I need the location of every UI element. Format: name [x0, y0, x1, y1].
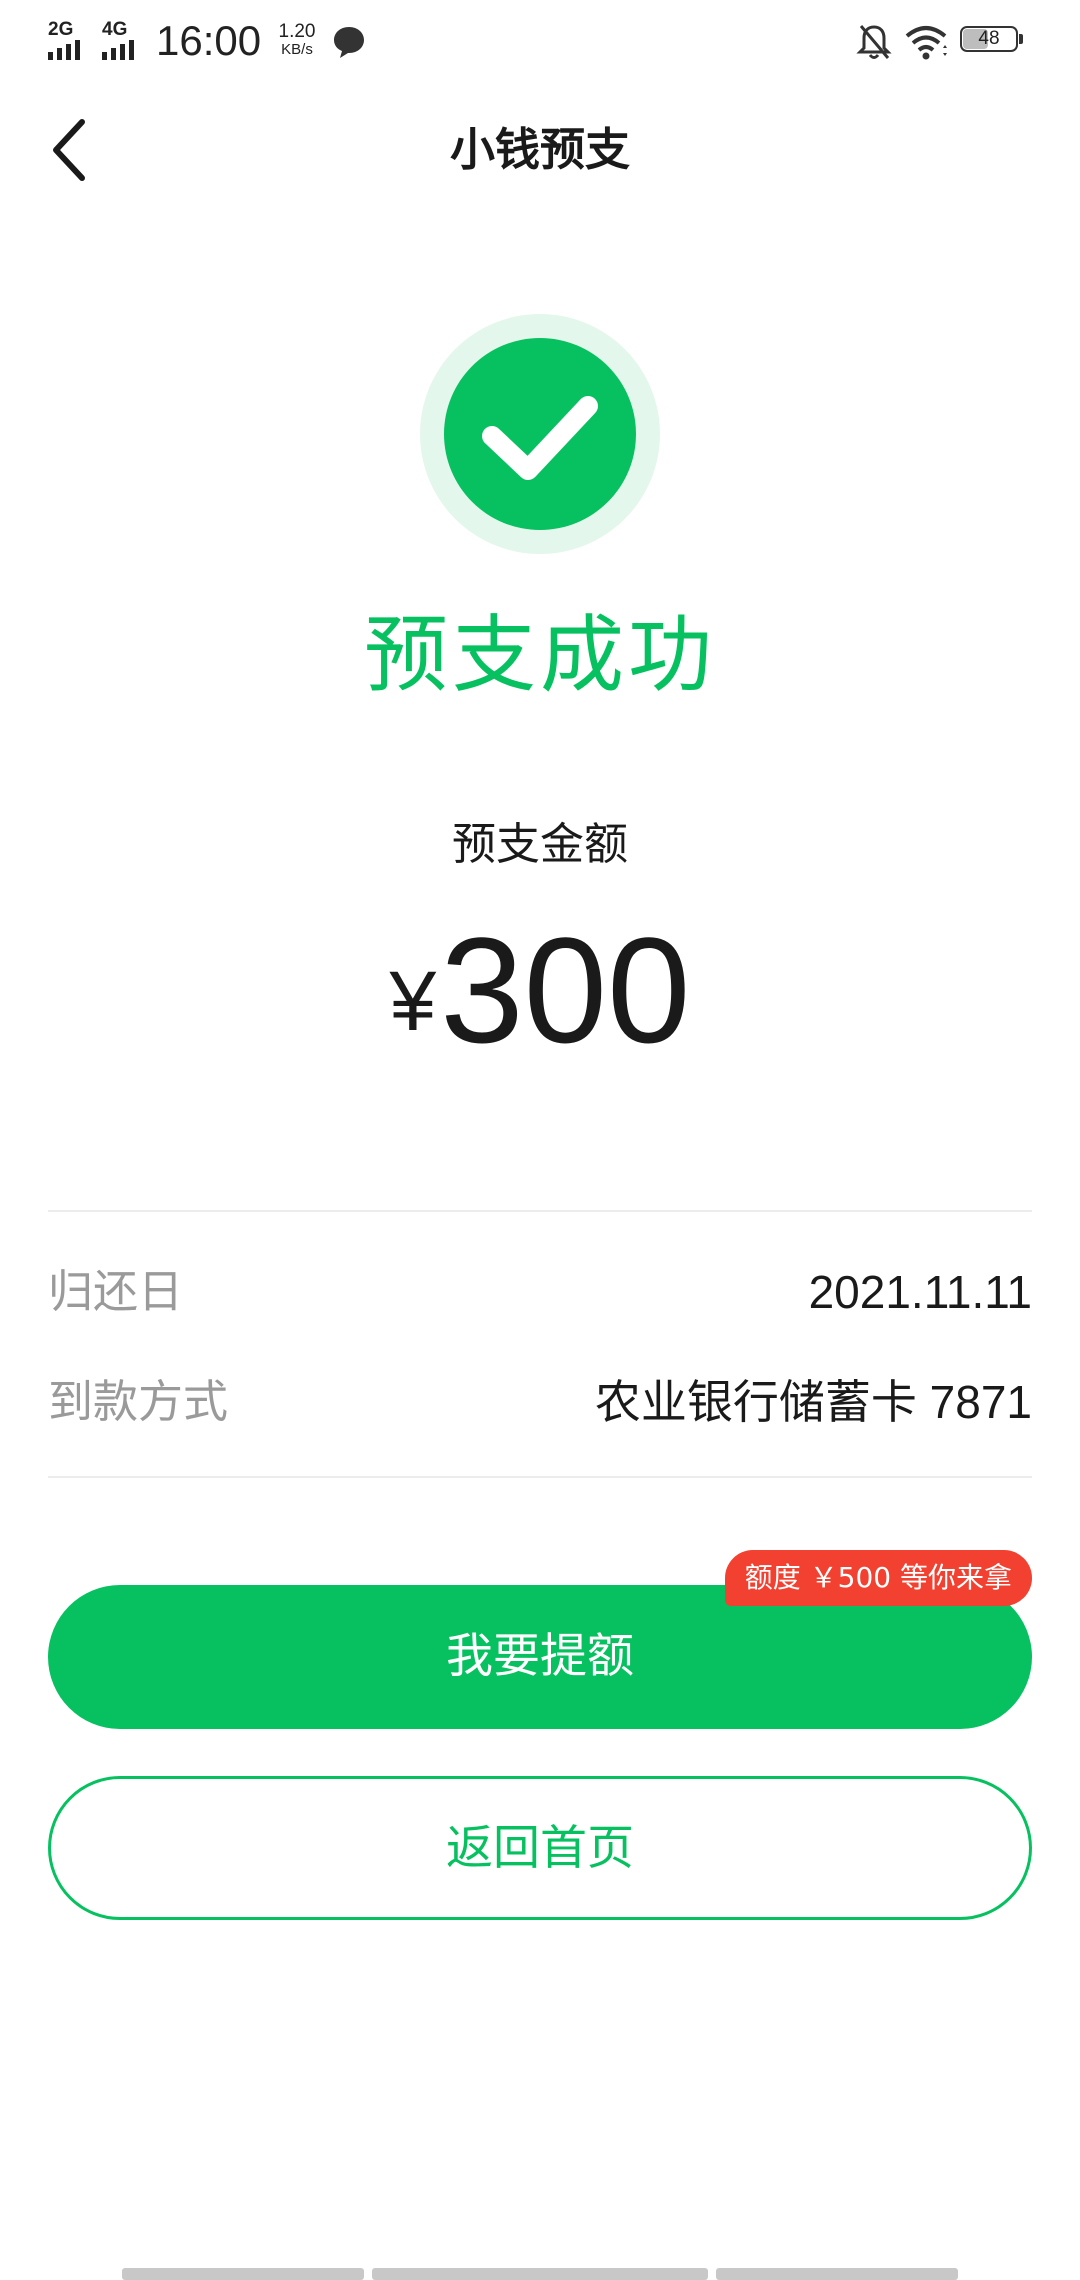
divider: [48, 1210, 1032, 1212]
check-circle-icon: [420, 314, 660, 554]
payout-method-value: 农业银行储蓄卡 7871: [594, 1376, 1032, 1428]
navigation-bar: 小钱预支: [0, 86, 1080, 214]
signal-4g-label: 4G: [102, 19, 128, 40]
chat-bubble-icon: [334, 27, 364, 58]
gesture-bar-segment: [716, 2268, 958, 2280]
detail-row-repay-date: 归还日 2021.11.11: [48, 1252, 1032, 1332]
repay-date-label: 归还日: [48, 1265, 184, 1318]
gesture-bar-segment: [122, 2268, 364, 2280]
signal-4g-icon: 4G: [102, 20, 162, 60]
signal-2g-label: 2G: [48, 19, 74, 40]
status-time: 16:00: [156, 17, 262, 64]
back-button[interactable]: [36, 112, 112, 188]
back-to-home-button[interactable]: 返回首页: [48, 1776, 1032, 1920]
amount-label: 预支金额: [452, 819, 628, 870]
detail-row-payout-method: 到款方式 农业银行储蓄卡 7871: [48, 1362, 1032, 1442]
network-speed-unit: KB/s: [281, 41, 313, 58]
amount-display: ¥300: [0, 910, 1080, 1118]
page-title: 小钱预支: [449, 123, 630, 176]
payout-method-label: 到款方式: [48, 1375, 229, 1428]
battery-level: 48: [978, 28, 1000, 49]
network-speed-value: 1.20: [278, 21, 316, 42]
chevron-left-icon: [53, 119, 85, 181]
success-status-text: 预支成功: [363, 606, 716, 704]
wifi-icon: [905, 26, 947, 60]
promo-badge: 额度 ￥500 等你来拿: [724, 1550, 1032, 1606]
battery-icon: 48: [960, 26, 1024, 56]
gesture-bar-segment: [372, 2268, 708, 2280]
amount-value: 300: [440, 906, 691, 1074]
bell-off-icon: [856, 25, 892, 59]
repay-date-value: 2021.11.11: [808, 1266, 1032, 1318]
status-bar: 2G 4G 16:00 1.20 KB/s 48: [0, 0, 1080, 86]
currency-symbol: ¥: [389, 954, 437, 1048]
network-speed: 1.20 KB/s: [272, 22, 322, 58]
divider: [48, 1476, 1032, 1478]
raise-limit-button[interactable]: 我要提额: [48, 1585, 1032, 1729]
signal-2g-icon: 2G: [48, 20, 108, 60]
